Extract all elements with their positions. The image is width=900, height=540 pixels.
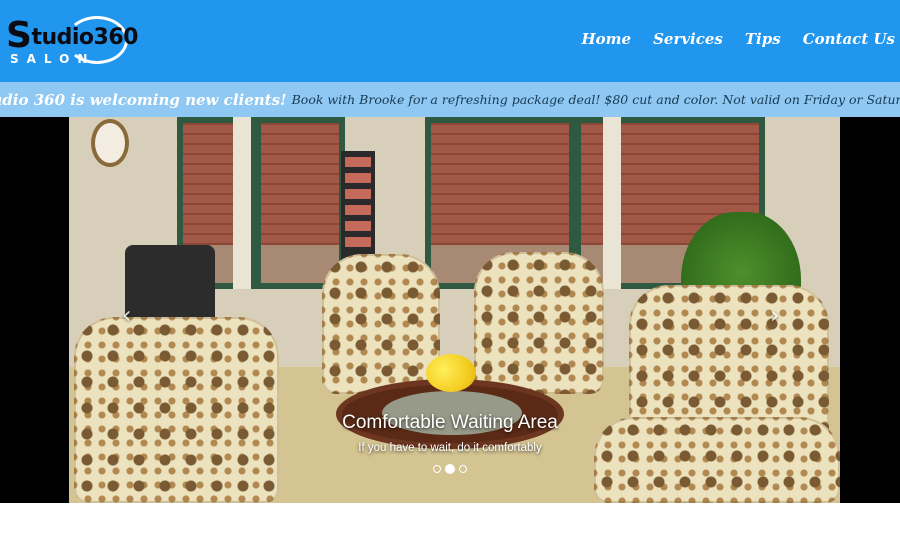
- main-nav: Home Services Tips Contact Us: [581, 30, 895, 48]
- carousel-indicator-3[interactable]: [459, 465, 467, 473]
- wall-clock: [91, 119, 129, 167]
- carousel-indicators: [0, 464, 900, 474]
- nav-tips-link[interactable]: Tips: [745, 30, 781, 48]
- window-post-2: [603, 117, 621, 289]
- nav-contact-link[interactable]: Contact Us: [803, 30, 895, 48]
- armchair-back-left: [322, 254, 440, 394]
- announcement-text: Book with Brooke for a refreshing packag…: [291, 92, 900, 107]
- carousel-caption-title: Comfortable Waiting Area: [342, 412, 558, 433]
- studio360-logo[interactable]: Studio360 SALON: [4, 14, 138, 70]
- image-carousel: ‹ › Comfortable Waiting Area If you have…: [0, 117, 900, 503]
- window-post: [233, 117, 251, 289]
- nav-home-link[interactable]: Home: [581, 30, 631, 48]
- navbar: Studio360 SALON Home Services Tips Conta…: [0, 0, 900, 82]
- carousel-indicator-1[interactable]: [433, 465, 441, 473]
- announcement-lead: Studio 360 is welcoming new clients!: [0, 90, 287, 109]
- nav-services-link[interactable]: Services: [653, 30, 723, 48]
- logo-tagline: SALON: [10, 52, 96, 66]
- carousel-caption-text: If you have to wait, do it comfortably: [358, 442, 542, 454]
- armchair-front-left: [74, 317, 279, 503]
- window-left-2: [255, 117, 345, 289]
- magazine-rack: [341, 151, 375, 261]
- chevron-right-icon[interactable]: ›: [770, 301, 780, 329]
- chevron-left-icon[interactable]: ‹: [122, 301, 132, 329]
- announcement-bar: Studio 360 is welcoming new clients! Boo…: [0, 82, 900, 117]
- logo-wordmark: Studio360: [6, 15, 138, 56]
- styling-chair: [125, 245, 215, 325]
- armchair-back-right: [474, 252, 604, 394]
- carousel-indicator-2[interactable]: [445, 464, 455, 474]
- yellow-flowers: [426, 354, 476, 392]
